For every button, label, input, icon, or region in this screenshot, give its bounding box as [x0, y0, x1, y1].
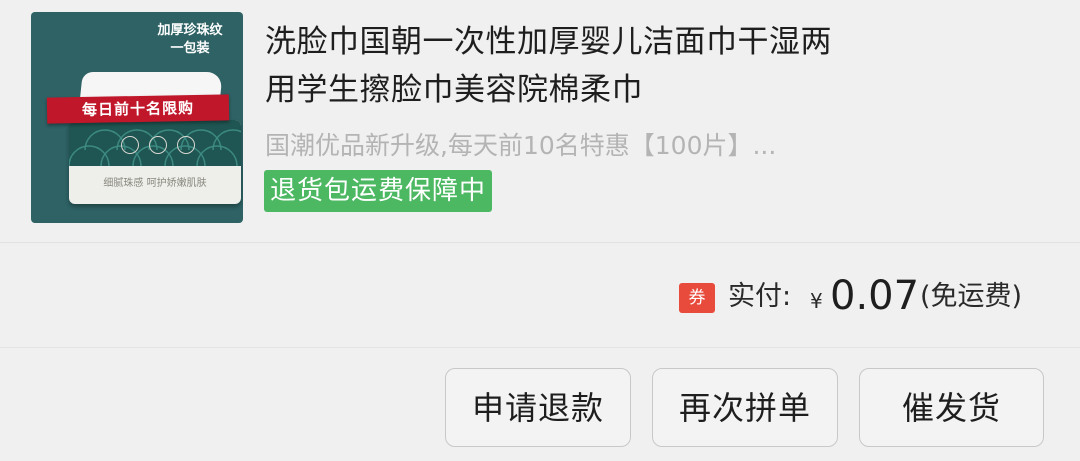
reorder-button[interactable]: 再次拼单: [652, 368, 838, 447]
feature-circle-icon: [121, 136, 139, 154]
shipping-note: (免运费): [920, 281, 1023, 312]
coupon-icon: 券: [679, 283, 715, 313]
product-subtitle: 国潮优品新升级,每天前10名特惠【100片】...: [265, 131, 777, 160]
thumbnail-caption-line1: 加厚珍珠纹: [157, 23, 223, 38]
pack-feature-icons: [121, 136, 195, 154]
pack-text: 细腻珠感 呵护娇嫩肌肤: [103, 178, 207, 189]
divider: [0, 242, 1080, 243]
product-title-line1: 洗脸巾国朝一次性加厚婴儿洁面巾干湿两: [265, 24, 832, 60]
thumbnail-caption: 加厚珍珠纹 一包装: [145, 22, 235, 58]
request-refund-button[interactable]: 申请退款: [445, 368, 631, 447]
product-thumbnail[interactable]: 加厚珍珠纹 一包装 细腻珠感 呵护娇嫩肌肤 每日前十名限购: [31, 12, 243, 223]
order-card: 加厚珍珠纹 一包装 细腻珠感 呵护娇嫩肌肤 每日前十名限购 洗脸巾国朝一次性加厚…: [0, 0, 1080, 461]
feature-circle-icon: [149, 136, 167, 154]
currency-symbol: ¥: [810, 289, 823, 313]
thumbnail-promo-banner: 每日前十名限购: [46, 94, 230, 124]
product-title-line2: 用学生擦脸巾美容院棉柔巾: [265, 72, 643, 108]
product-title[interactable]: 洗脸巾国朝一次性加厚婴儿洁面巾干湿两 用学生擦脸巾美容院棉柔巾: [265, 18, 965, 114]
tissue-pack-illustration: 细腻珠感 呵护娇嫩肌肤: [69, 120, 241, 204]
return-shipping-guarantee-tag: 退货包运费保障中: [264, 170, 493, 212]
urge-shipping-button[interactable]: 催发货: [859, 368, 1044, 447]
payment-amount: 0.07: [830, 273, 920, 319]
payment-label: 实付:: [728, 281, 792, 312]
divider: [0, 347, 1080, 348]
product-section[interactable]: 加厚珍珠纹 一包装 细腻珠感 呵护娇嫩肌肤 每日前十名限购 洗脸巾国朝一次性加厚…: [0, 0, 1080, 240]
feature-circle-icon: [177, 136, 195, 154]
thumbnail-caption-line2: 一包装: [170, 41, 210, 56]
